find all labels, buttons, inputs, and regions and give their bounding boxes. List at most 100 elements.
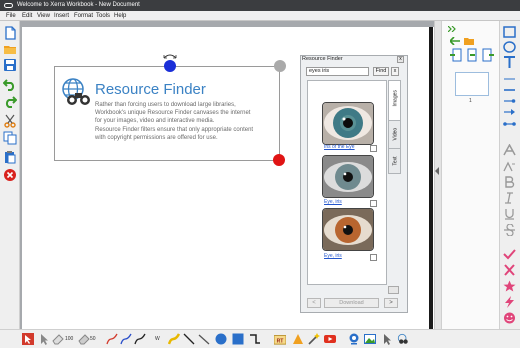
clear-search-button[interactable]: x (391, 67, 399, 76)
previous-button[interactable]: < (307, 298, 321, 308)
check-icon[interactable] (503, 248, 516, 260)
video-icon[interactable] (324, 333, 336, 345)
menu-bar: File Edit View Insert Format Tools Help (0, 11, 520, 21)
search-input[interactable]: eyes iris (306, 67, 369, 76)
result-checkbox[interactable] (370, 254, 377, 261)
line-arrow-end-icon[interactable] (503, 106, 516, 118)
magic-wand-icon[interactable] (308, 333, 320, 345)
menu-help[interactable]: Help (114, 12, 126, 20)
image-icon[interactable] (364, 333, 376, 345)
rich-text-icon[interactable]: RT (274, 333, 286, 345)
globe-binoculars-icon (62, 78, 90, 105)
rectangle-tool-icon[interactable] (503, 26, 516, 38)
result-thumbnail[interactable] (322, 102, 374, 145)
eraser-large-size-label: 50 (90, 336, 96, 342)
smiley-icon[interactable] (503, 312, 516, 324)
circle-shape-icon[interactable] (215, 333, 227, 345)
card-body-line: Workbook's unique Resource Finder canvas… (95, 110, 251, 117)
pointer-icon[interactable] (381, 333, 393, 345)
cross-icon[interactable] (503, 264, 516, 276)
result-thumbnail[interactable] (322, 155, 374, 198)
menu-file[interactable]: File (6, 12, 16, 20)
line-tool-icon[interactable] (183, 333, 195, 345)
result-caption[interactable]: Iris of the Eye (324, 144, 355, 150)
menu-edit[interactable]: Edit (22, 12, 32, 20)
result-checkbox[interactable] (370, 200, 377, 207)
italic-icon[interactable] (503, 192, 516, 204)
eraser-icon[interactable] (52, 333, 64, 345)
next-button[interactable]: > (384, 298, 398, 308)
bold-icon[interactable] (503, 176, 516, 188)
ellipse-tool-icon[interactable] (503, 41, 516, 53)
card-body-line: Rather than forcing users to download la… (95, 102, 236, 108)
tab-images[interactable]: Images (388, 80, 401, 122)
star-icon[interactable] (503, 280, 516, 292)
pen-blue-icon[interactable] (120, 333, 132, 345)
insert-page-before-icon[interactable] (450, 48, 462, 62)
insert-page-after-icon[interactable] (482, 48, 494, 62)
tab-label: Text (392, 156, 399, 166)
scroll-down-button[interactable] (388, 286, 399, 294)
menu-tools[interactable]: Tools (96, 12, 110, 20)
page-thumbnail[interactable] (455, 72, 489, 96)
font-size-icon[interactable] (503, 160, 516, 172)
open-folder-icon[interactable] (3, 42, 17, 56)
find-button[interactable]: Find (373, 67, 389, 76)
copy-icon[interactable] (3, 131, 17, 145)
download-button[interactable]: Download (324, 298, 379, 308)
canvas-scrollbar[interactable] (434, 21, 441, 329)
cut-icon[interactable] (3, 114, 17, 128)
eraser-large-icon[interactable] (78, 333, 90, 345)
line-angled-icon[interactable] (198, 333, 210, 345)
underline-icon[interactable] (503, 208, 516, 220)
line-both-ends-icon[interactable] (503, 118, 516, 130)
new-document-icon[interactable] (3, 26, 17, 40)
svg-text:RT: RT (277, 338, 285, 344)
back-arrow-icon[interactable] (450, 37, 460, 45)
result-thumbnail[interactable] (322, 208, 374, 251)
square-shape-icon[interactable] (232, 333, 244, 345)
menu-format[interactable]: Format (74, 12, 93, 20)
pages-panel (441, 21, 499, 329)
card-body-line: with copyright permissions are offered f… (95, 134, 218, 141)
paste-icon[interactable] (3, 150, 17, 164)
webcam-icon[interactable] (348, 333, 360, 345)
panel-close-button[interactable]: x (397, 56, 404, 63)
connector-icon[interactable] (249, 333, 261, 345)
duplicate-page-icon[interactable] (466, 48, 478, 62)
font-a-icon[interactable] (503, 144, 516, 156)
tab-video[interactable]: Video (388, 120, 401, 150)
menu-insert[interactable]: Insert (54, 12, 69, 20)
corner-handle[interactable] (274, 60, 286, 72)
lightning-icon[interactable] (503, 296, 516, 308)
undo-icon[interactable] (3, 77, 17, 91)
resize-handle[interactable] (273, 154, 285, 166)
menu-view[interactable]: View (37, 12, 50, 20)
save-icon[interactable] (3, 58, 17, 72)
result-checkbox[interactable] (370, 145, 377, 152)
shape-library-icon[interactable] (292, 333, 304, 345)
redo-icon[interactable] (3, 94, 17, 108)
page-folder-icon[interactable] (464, 37, 474, 45)
card-title: Resource Finder (95, 81, 206, 98)
pen-black-icon[interactable] (134, 333, 146, 345)
result-caption[interactable]: Eye, iris (324, 199, 342, 205)
collapse-arrow-icon[interactable] (435, 167, 440, 175)
expand-panel-icon[interactable] (448, 26, 456, 32)
result-caption[interactable]: Eye, iris (324, 253, 342, 259)
select-pointer-icon[interactable] (22, 333, 34, 345)
tab-label: Images (392, 90, 399, 107)
resource-finder-icon[interactable] (397, 333, 409, 345)
card-body: Rather than forcing users to download la… (95, 101, 285, 142)
card-body-line: Resource Finder filters ensure that only… (95, 126, 254, 133)
rotate-handle[interactable] (164, 60, 176, 72)
highlighter-yellow-icon[interactable] (168, 333, 180, 345)
window-title: Welcome to Xerra Workbook - New Document (17, 2, 140, 8)
eraser-size-label: 100 (65, 336, 74, 342)
pen-red-icon[interactable] (106, 333, 118, 345)
tab-text[interactable]: Text (388, 148, 401, 174)
strikethrough-icon[interactable] (503, 224, 516, 236)
text-tool-icon[interactable] (503, 56, 516, 68)
delete-icon[interactable] (3, 168, 17, 182)
arrow-tool-icon[interactable] (38, 333, 50, 345)
